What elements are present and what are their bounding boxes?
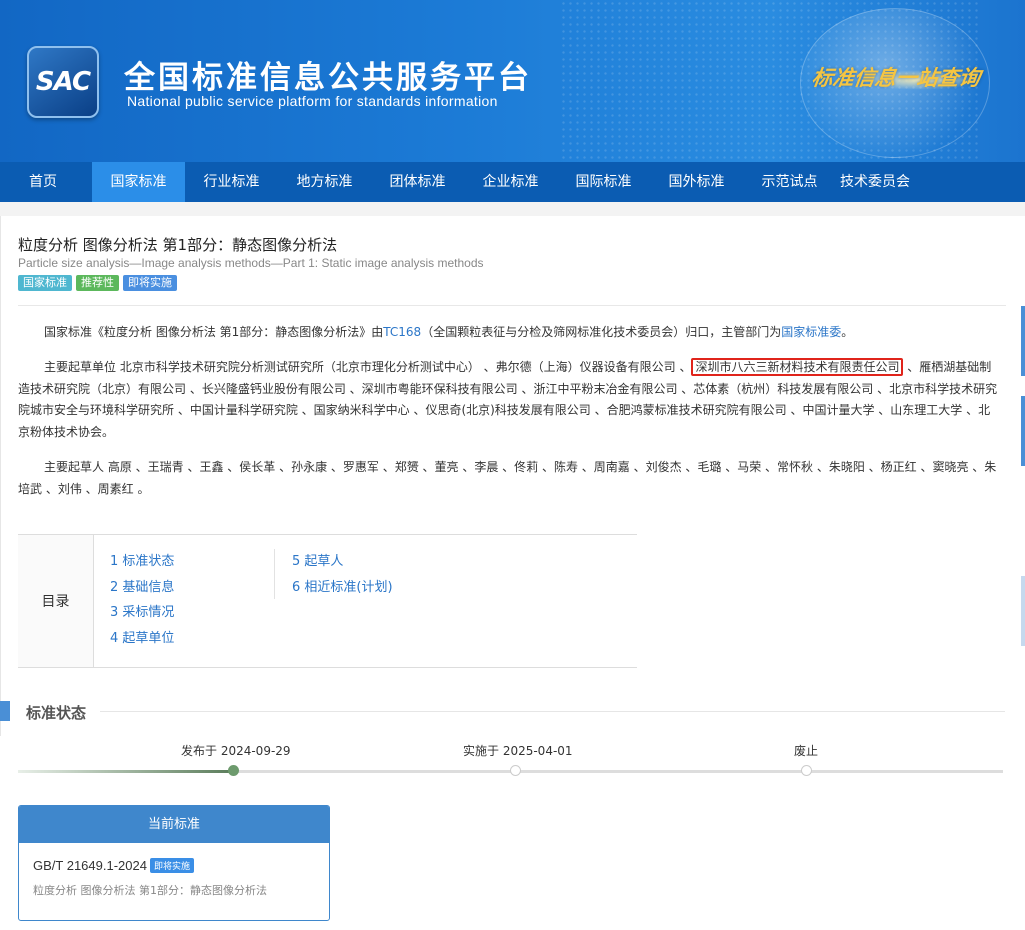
nav-home[interactable]: 首页 (0, 162, 86, 202)
section-title: 标准状态 (26, 704, 87, 722)
nav-national-standard[interactable]: 国家标准 (92, 162, 185, 202)
main-content: 粒度分析 图像分析法 第1部分：静态图像分析法 Particle size an… (0, 202, 1025, 930)
toc-column: 5 起草人 6 相近标准(计划) (274, 549, 393, 599)
toc-label: 目录 (18, 535, 94, 667)
toc-item-similar-standards[interactable]: 6 相近标准(计划) (292, 575, 393, 601)
standard-tags: 国家标准 推荐性 即将实施 (18, 275, 177, 291)
nav-enterprise-standard[interactable]: 企业标准 (464, 162, 557, 202)
standard-code-text: GB/T 21649.1-2024 (33, 858, 147, 873)
current-standard-card[interactable]: 当前标准 GB/T 21649.1-2024 即将实施 粒度分析 图像分析法 第1… (18, 805, 330, 921)
toc-item-status[interactable]: 1 标准状态 (110, 549, 174, 575)
timeline-progress (18, 770, 234, 773)
intro-text: （全国颗粒表征与分检及筛网标准化技术委员会）归口，主管部门为 (421, 325, 782, 339)
logo-text: SAC (35, 67, 91, 97)
status-section-header: 标准状态 (0, 701, 1005, 723)
toc-item-drafters[interactable]: 5 起草人 (292, 549, 393, 575)
side-float-tab[interactable] (1021, 306, 1025, 376)
toc-column: 1 标准状态 2 基础信息 3 采标情况 4 起草单位 (110, 549, 174, 651)
standard-title: 粒度分析 图像分析法 第1部分：静态图像分析法 (18, 236, 338, 254)
drafting-units-text: 主要起草单位 北京市科学技术研究院分析测试研究所（北京市理化分析测试中心） 、弗… (44, 360, 692, 374)
tag-recommended: 推荐性 (76, 275, 119, 291)
status-badge: 即将实施 (149, 858, 194, 873)
nav-demo-pilot[interactable]: 示范试点 (743, 162, 836, 202)
standard-code: GB/T 21649.1-2024 即将实施 (33, 858, 194, 873)
section-accent-bar (0, 701, 10, 721)
timeline-implemented-label: 实施于 2025-04-01 (463, 744, 573, 758)
standard-name: 粒度分析 图像分析法 第1部分：静态图像分析法 (33, 884, 267, 897)
tag-upcoming: 即将实施 (123, 275, 177, 291)
site-subtitle: National public service platform for sta… (127, 93, 498, 109)
timeline-dot-implemented (510, 765, 521, 776)
sac-logo[interactable]: SAC (27, 46, 99, 118)
intro-text: 。 (841, 325, 854, 339)
tc-link[interactable]: TC168 (383, 325, 421, 339)
nav-foreign-standard[interactable]: 国外标准 (650, 162, 743, 202)
side-float-tab[interactable] (1021, 396, 1025, 466)
toc-item-adoption[interactable]: 3 采标情况 (110, 600, 174, 626)
timeline-published-label: 发布于 2024-09-29 (181, 744, 291, 758)
drafting-units-paragraph: 主要起草单位 北京市科学技术研究院分析测试研究所（北京市理化分析测试中心） 、弗… (18, 357, 998, 443)
site-title: 全国标准信息公共服务平台 (124, 60, 532, 96)
nav-group-standard[interactable]: 团体标准 (371, 162, 464, 202)
card-header: 当前标准 (19, 806, 329, 843)
nav-industry-standard[interactable]: 行业标准 (185, 162, 278, 202)
timeline-dot-published (228, 765, 239, 776)
intro-paragraph: 国家标准《粒度分析 图像分析法 第1部分：静态图像分析法》由TC168（全国颗粒… (18, 322, 998, 344)
divider (18, 305, 1006, 306)
content-left-border (0, 216, 1, 736)
timeline-abolished-label: 废止 (794, 744, 819, 758)
main-nav: 首页 国家标准 行业标准 地方标准 团体标准 企业标准 国际标准 国外标准 示范… (0, 162, 1025, 202)
site-banner: SAC 全国标准信息公共服务平台 National public service… (0, 0, 1025, 162)
toc-item-basic-info[interactable]: 2 基础信息 (110, 575, 174, 601)
timeline-dot-abolished (801, 765, 812, 776)
tag-national-standard: 国家标准 (18, 275, 72, 291)
toc-item-drafting-units[interactable]: 4 起草单位 (110, 626, 174, 652)
dept-link[interactable]: 国家标准委 (781, 325, 841, 339)
site-slogan: 标准信息一站查询 (810, 65, 982, 90)
nav-local-standard[interactable]: 地方标准 (278, 162, 371, 202)
nav-tech-committee[interactable]: 技术委员会 (836, 162, 914, 202)
nav-international-standard[interactable]: 国际标准 (557, 162, 650, 202)
standard-title-en: Particle size analysis—Image analysis me… (18, 256, 484, 270)
table-of-contents: 目录 1 标准状态 2 基础信息 3 采标情况 4 起草单位 5 起草人 6 相… (18, 534, 637, 668)
section-divider (100, 711, 1005, 712)
intro-text: 国家标准《粒度分析 图像分析法 第1部分：静态图像分析法》由 (44, 325, 384, 339)
side-float-tab[interactable] (1021, 576, 1025, 646)
drafters-paragraph: 主要起草人 高原 、王瑞青 、王鑫 、侯长革 、孙永康 、罗惠军 、郑赟 、董亮… (18, 460, 997, 496)
highlighted-unit: 深圳市八六三新材料技术有限责任公司 (691, 358, 904, 376)
